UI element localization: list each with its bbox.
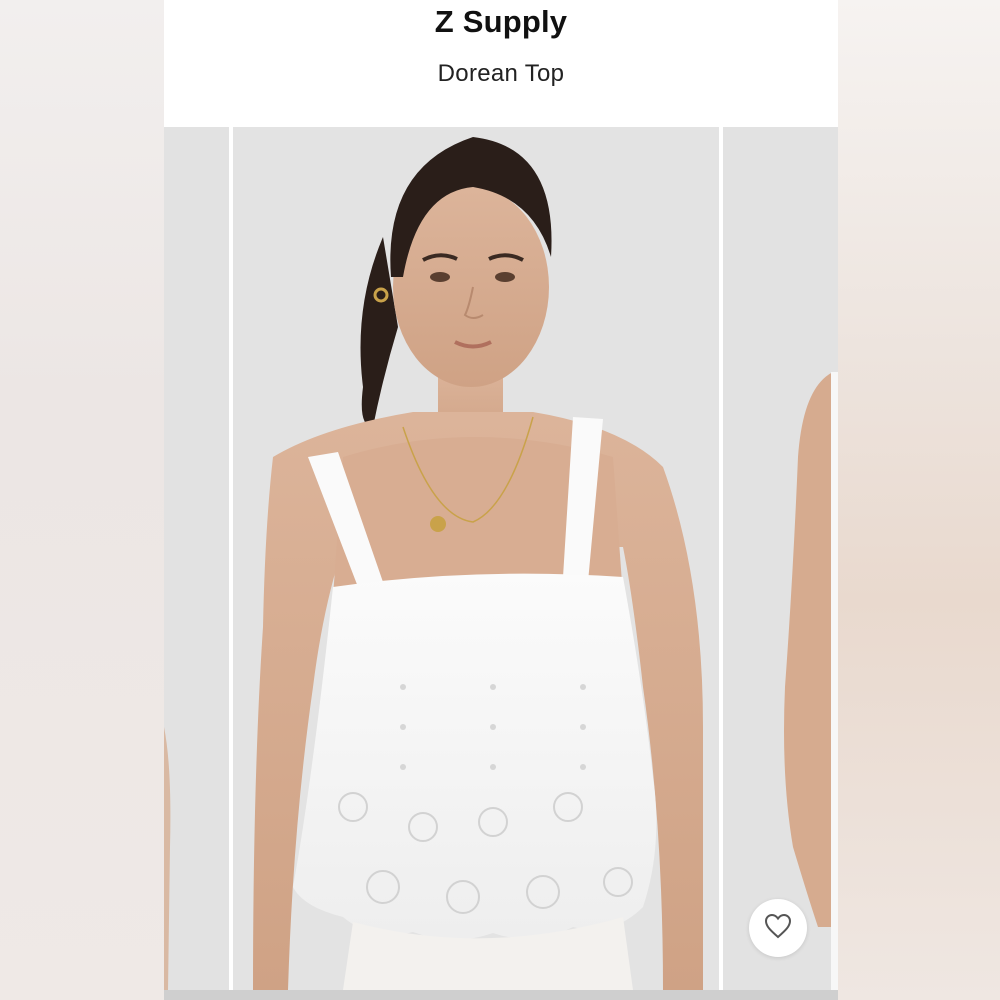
next-product-photo[interactable] [723,127,838,990]
previous-product-photo[interactable] [164,127,229,990]
favorite-button[interactable] [749,899,807,957]
product-header: Z Supply Dorean Top [164,0,838,126]
backdrop-left [0,0,164,1000]
bottom-edge-bar [164,990,838,1000]
backdrop-right [838,0,1000,1000]
product-page: Z Supply Dorean Top [164,0,838,1000]
heart-outline-icon [764,913,792,944]
brand-name[interactable]: Z Supply [164,4,838,40]
main-product-photo[interactable] [233,127,719,990]
product-title: Dorean Top [437,60,565,87]
image-carousel[interactable] [164,127,838,990]
